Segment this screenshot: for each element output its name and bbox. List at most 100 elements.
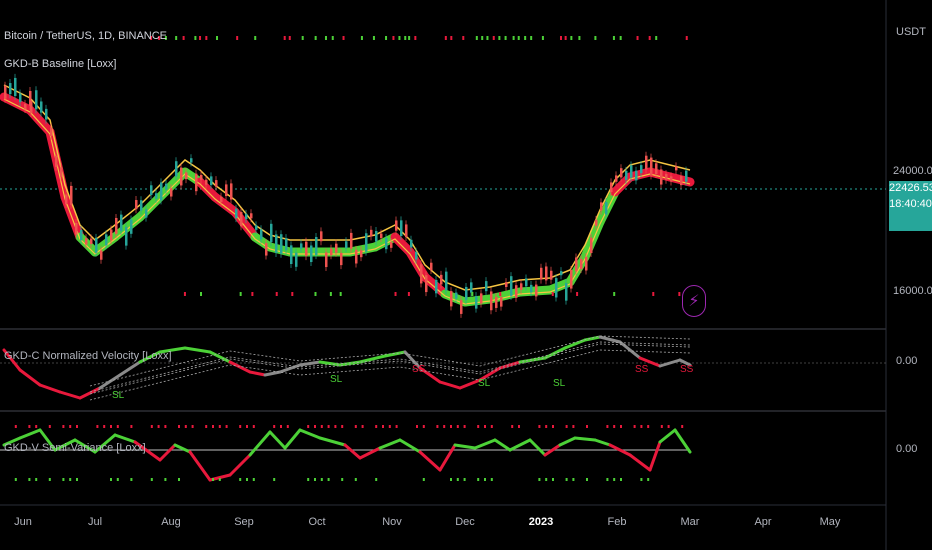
variance-signal-tick xyxy=(280,425,282,428)
velocity-line-segment xyxy=(438,380,462,390)
variance-signal-tick xyxy=(620,425,622,428)
signal-tick xyxy=(450,36,453,40)
signal-tick xyxy=(408,36,411,40)
variance-signal-tick xyxy=(307,425,310,428)
candle-body xyxy=(595,219,598,226)
candle-body xyxy=(540,267,543,280)
variance-signal-tick xyxy=(572,478,575,481)
velocity-zero-label: 0.00 xyxy=(896,355,918,367)
symbol-title[interactable]: Bitcoin / TetherUS, 1D, BINANCE xyxy=(4,30,167,42)
velocity-line-segment xyxy=(263,370,282,377)
variance-signal-tick xyxy=(246,425,248,428)
velocity-line-segment xyxy=(383,350,407,358)
variance-signal-tick xyxy=(314,425,316,428)
signal-tick xyxy=(594,36,597,40)
candle-body xyxy=(14,77,17,96)
variance-signal-tick xyxy=(62,425,65,428)
candle-body xyxy=(605,202,608,215)
variance-line-segment xyxy=(673,428,692,454)
variance-line-segment xyxy=(113,433,137,444)
signal-tick xyxy=(339,292,342,296)
candle-body xyxy=(400,220,403,237)
baseline-indicator-title[interactable]: GKD-B Baseline [Loxx] xyxy=(4,58,117,70)
signal-tick xyxy=(254,36,257,40)
candle-body xyxy=(335,243,338,253)
candle-body xyxy=(360,250,363,258)
lightning-bolt-icon[interactable]: ⚡ xyxy=(682,285,706,317)
variance-line-segment xyxy=(508,438,532,452)
signal-tick xyxy=(636,36,639,40)
candle-body xyxy=(4,85,7,99)
variance-signal-tick xyxy=(565,478,568,481)
candle-body xyxy=(185,172,188,180)
variance-line-segment xyxy=(173,443,192,454)
variance-signal-tick xyxy=(218,425,221,428)
signal-tick xyxy=(475,36,478,40)
candle-body xyxy=(50,127,53,137)
variance-signal-tick xyxy=(511,425,514,428)
candle-body xyxy=(24,103,27,110)
velocity-line-segment xyxy=(298,360,322,367)
candle-body xyxy=(135,200,138,210)
candle-body xyxy=(470,282,473,293)
signal-tick xyxy=(194,36,197,40)
velocity-line-segment xyxy=(278,363,302,374)
candle-body xyxy=(550,270,553,280)
variance-signal-tick xyxy=(164,425,167,428)
variance-line-segment xyxy=(493,438,512,452)
signal-tick xyxy=(329,292,332,296)
variance-signal-tick xyxy=(484,425,486,428)
variance-signal-tick xyxy=(225,425,228,428)
signal-tick xyxy=(314,292,317,296)
candle-body xyxy=(210,176,213,186)
candle-body xyxy=(575,257,578,272)
candle-body xyxy=(245,213,248,220)
sl-signal-label: SL xyxy=(112,390,125,401)
candle-body xyxy=(495,296,498,308)
variance-signal-tick xyxy=(416,425,418,428)
candle-body xyxy=(680,176,683,186)
signal-tick xyxy=(239,292,242,296)
variance-signal-tick xyxy=(191,425,194,428)
variance-signal-tick xyxy=(28,425,31,428)
time-axis-tick: Dec xyxy=(455,516,475,528)
variance-signal-tick xyxy=(422,425,425,428)
candle-body xyxy=(120,214,123,231)
variance-line-segment xyxy=(628,453,652,472)
candle-body xyxy=(430,262,433,271)
candle-body xyxy=(160,182,163,201)
variance-signal-tick xyxy=(116,425,119,428)
variance-pane-title[interactable]: GKD-V Semi-Variance [Loxx] xyxy=(4,442,146,454)
time-axis-tick: Nov xyxy=(382,516,402,528)
candle-body xyxy=(585,256,588,271)
signal-tick xyxy=(512,36,515,40)
variance-signal-tick xyxy=(69,425,72,428)
chart-canvas[interactable]: SL SL SL SL SS SS SS xyxy=(0,0,932,550)
candle-body xyxy=(300,243,303,249)
variance-line-segment xyxy=(378,438,402,450)
variance-signal-tick xyxy=(334,425,337,428)
variance-signal-tick xyxy=(456,478,459,481)
time-axis-tick: Feb xyxy=(607,516,627,528)
velocity-pane-title[interactable]: GKD-C Normalized Velocity [Loxx] xyxy=(4,350,172,362)
candle-body xyxy=(630,165,633,178)
variance-signal-tick xyxy=(116,478,119,481)
candle-body xyxy=(570,269,573,289)
variance-signal-tick xyxy=(545,425,548,428)
signal-tick xyxy=(200,292,203,296)
variance-signal-tick xyxy=(14,478,17,481)
variance-line-segment xyxy=(343,443,362,460)
candle-body xyxy=(590,237,593,254)
variance-signal-tick xyxy=(477,425,480,428)
variance-signal-tick xyxy=(273,478,276,481)
signal-tick xyxy=(342,36,345,40)
variance-signal-tick xyxy=(273,425,276,428)
candle-body xyxy=(445,271,448,291)
signal-tick xyxy=(216,36,219,40)
candle-body xyxy=(525,278,528,287)
variance-signal-tick xyxy=(660,425,663,428)
candle-body xyxy=(380,233,383,238)
velocity-band-line xyxy=(89,349,691,401)
signal-tick xyxy=(175,36,178,40)
variance-signal-tick xyxy=(463,478,466,481)
